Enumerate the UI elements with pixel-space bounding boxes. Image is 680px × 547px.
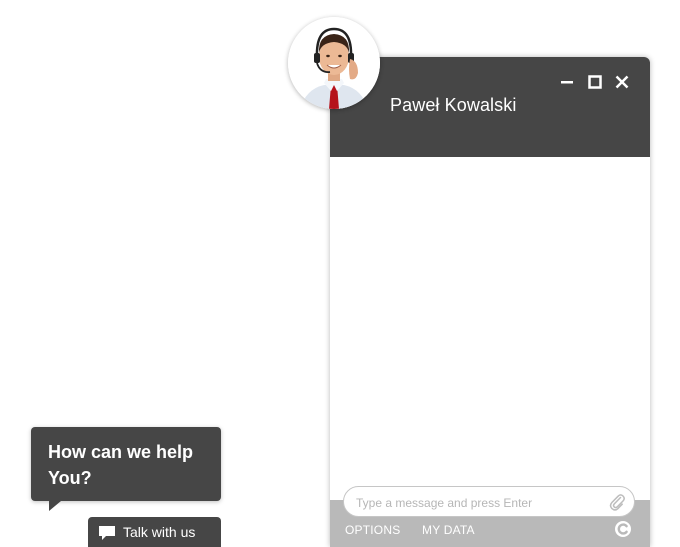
agent-photo bbox=[288, 17, 380, 109]
message-input[interactable] bbox=[354, 492, 608, 514]
minimize-icon bbox=[561, 81, 573, 84]
message-area bbox=[330, 157, 650, 500]
minimize-button[interactable] bbox=[558, 73, 576, 91]
paperclip-icon bbox=[609, 494, 625, 511]
my-data-link[interactable]: MY DATA bbox=[422, 523, 475, 537]
agent-avatar bbox=[288, 17, 380, 109]
options-link[interactable]: OPTIONS bbox=[345, 523, 400, 537]
help-bubble-tail bbox=[49, 501, 61, 511]
talk-with-us-label: Talk with us bbox=[123, 524, 196, 540]
chat-footer: OPTIONS MY DATA bbox=[330, 486, 650, 547]
help-bubble[interactable]: How can we help You? bbox=[31, 427, 221, 511]
close-button[interactable] bbox=[613, 73, 631, 91]
help-bubble-text: How can we help You? bbox=[48, 442, 194, 488]
chat-window: Paweł Kowalski Type a message and press … bbox=[330, 57, 650, 547]
brand-logo-icon bbox=[614, 520, 632, 538]
close-icon bbox=[615, 75, 629, 89]
attach-button[interactable] bbox=[608, 492, 626, 512]
page: Paweł Kowalski Type a message and press … bbox=[0, 0, 680, 547]
message-input-wrapper bbox=[343, 486, 635, 517]
talk-with-us-button[interactable]: Talk with us bbox=[88, 517, 221, 547]
speech-bubble-icon bbox=[99, 526, 115, 540]
maximize-icon bbox=[588, 75, 602, 89]
maximize-button[interactable] bbox=[586, 73, 604, 91]
agent-name: Paweł Kowalski bbox=[390, 95, 517, 115]
